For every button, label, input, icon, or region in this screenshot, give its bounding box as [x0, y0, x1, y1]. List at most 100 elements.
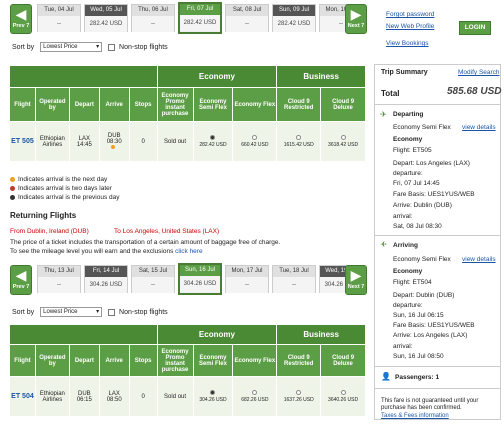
- radio-selected-icon[interactable]: [210, 135, 216, 140]
- nonstop-label: Non-stop flights: [119, 308, 168, 316]
- nonstop-checkbox[interactable]: [108, 308, 116, 316]
- table-row: ET 504 Ethiopian Airlines DUB 06:15 LAX 08…: [9, 376, 366, 417]
- return-sort-row: Sort by Lowest Price Non-stop flights: [12, 307, 168, 317]
- date-price: 282.42 USD: [85, 16, 127, 32]
- next-day-dot-icon: [110, 144, 115, 149]
- divider: [375, 104, 500, 105]
- col-promo: Economy Promo instant purchase: [156, 87, 194, 122]
- date-label: Sun, 09 Jul: [273, 5, 315, 16]
- departing-cabin: Economy: [393, 136, 423, 143]
- date-option[interactable]: Tue, 18 Jul --: [272, 265, 316, 293]
- view-bookings-link[interactable]: View Bookings: [386, 40, 429, 47]
- date-label: Fri, 07 Jul: [180, 4, 220, 15]
- date-option[interactable]: Thu, 13 Jul --: [37, 265, 81, 293]
- date-option[interactable]: Wed, 05 Jul 282.42 USD: [84, 4, 128, 32]
- arriving-view-details-link[interactable]: view details: [462, 256, 496, 263]
- nonstop-checkbox[interactable]: [108, 43, 116, 51]
- radio-icon[interactable]: [252, 135, 258, 140]
- radio-selected-icon[interactable]: [210, 390, 216, 395]
- total-value: 585.68 USD: [447, 86, 502, 97]
- flight-number[interactable]: ET 504: [9, 376, 36, 417]
- taxes-fees-link[interactable]: Taxes & Fees information: [381, 413, 449, 419]
- fare-disclaimer: This fare is not guaranteed until your p…: [381, 398, 479, 411]
- date-option[interactable]: Mon, 17 Jul --: [225, 265, 269, 293]
- fare-option-semi[interactable]: 304.26 USD: [192, 376, 234, 417]
- arriving-title: Arriving: [393, 242, 418, 249]
- login-button[interactable]: LOGIN: [459, 21, 491, 35]
- departing-view-details-link[interactable]: view details: [462, 124, 496, 131]
- date-option[interactable]: Sat, 15 Jul --: [131, 265, 175, 293]
- date-option[interactable]: Sun, 16 Jul 304.26 USD: [178, 263, 222, 295]
- next-7-button[interactable]: ▶ Next 7: [345, 4, 367, 34]
- mileage-text: To see the mileage level you will earn a…: [10, 248, 176, 255]
- next-7-button[interactable]: ▶ Next 7: [345, 265, 367, 295]
- sort-label: Sort by: [12, 308, 35, 316]
- depart-cell: LAX 14:45: [68, 121, 100, 162]
- fare-price: 3640.26 USD: [328, 397, 359, 403]
- fare-option-c9d[interactable]: 3618.42 USD: [320, 121, 366, 162]
- promo-price: Sold out: [156, 121, 194, 162]
- date-price: 282.42 USD: [180, 15, 220, 31]
- radio-icon[interactable]: [296, 390, 302, 395]
- fare-option-flex[interactable]: 682.26 USD: [232, 376, 278, 417]
- flight-number[interactable]: ET 505: [9, 121, 36, 162]
- forgot-password-link[interactable]: Forgot password: [386, 11, 434, 18]
- sort-select[interactable]: Lowest Price: [40, 307, 103, 317]
- prev-7-button[interactable]: ◀ Prev 7: [10, 4, 32, 34]
- arrive-cell: LAX 08:50: [98, 376, 130, 417]
- mileage-note: To see the mileage level you will earn a…: [10, 248, 203, 255]
- legend-item: Indicates arrival is the next day: [10, 175, 120, 184]
- date-option[interactable]: Tue, 04 Jul --: [37, 4, 81, 32]
- new-web-profile-link[interactable]: New Web Profile: [386, 23, 434, 30]
- fare-price: 682.26 USD: [241, 397, 269, 403]
- date-label: Sat, 15 Jul: [132, 266, 174, 277]
- radio-icon[interactable]: [340, 135, 346, 140]
- date-option[interactable]: Sat, 08 Jul --: [225, 4, 269, 32]
- arriving-fare-basis: Fare Basis: UES1YUS/WEB: [393, 322, 475, 329]
- divider: [375, 366, 500, 367]
- arrival-legend: Indicates arrival is the next day Indica…: [10, 175, 120, 202]
- arrive-time: 08:50: [106, 396, 122, 403]
- col-arrive: Arrive: [98, 344, 130, 377]
- date-label: Sun, 16 Jul: [180, 265, 220, 276]
- col-promo: Economy Promo instant purchase: [156, 344, 194, 377]
- nonstop-label: Non-stop flights: [119, 43, 168, 51]
- click-here-link[interactable]: click here: [175, 248, 202, 255]
- departing-plane-icon: ✈: [380, 110, 387, 119]
- arriving-departure-time: Sun, 16 Jul 06:15: [393, 312, 444, 319]
- radio-icon[interactable]: [296, 135, 302, 140]
- departing-depart: Depart: Los Angeles (LAX): [393, 160, 470, 167]
- date-option[interactable]: Fri, 14 Jul 304.26 USD: [84, 265, 128, 293]
- col-stops: Stops: [128, 344, 158, 377]
- economy-header: Economy: [156, 65, 278, 88]
- date-label: Fri, 14 Jul: [85, 266, 127, 277]
- radio-icon[interactable]: [252, 390, 258, 395]
- col-flight: Flight: [9, 344, 36, 377]
- date-price: --: [273, 277, 315, 293]
- date-option[interactable]: Thu, 06 Jul --: [131, 4, 175, 32]
- business-header: Business: [276, 324, 366, 345]
- radio-icon[interactable]: [340, 390, 346, 395]
- fare-option-c9r[interactable]: 1637.26 USD: [276, 376, 322, 417]
- fare-option-c9r[interactable]: 1615.42 USD: [276, 121, 322, 162]
- prev-7-button[interactable]: ◀ Prev 7: [10, 265, 32, 295]
- date-option[interactable]: Fri, 07 Jul 282.42 USD: [178, 2, 222, 34]
- fare-option-semi[interactable]: 282.42 USD: [192, 121, 234, 162]
- passengers-count: Passengers: 1: [395, 374, 440, 381]
- modify-search-link[interactable]: Modify Search: [458, 69, 500, 76]
- arrive-cell: DUB 08:30: [98, 121, 130, 162]
- previous-day-dot-icon: [10, 194, 15, 200]
- date-label: Mon, 17 Jul: [226, 266, 268, 277]
- departing-arrival-label: arrival:: [393, 213, 413, 220]
- fare-option-flex[interactable]: 660.42 USD: [232, 121, 278, 162]
- fare-price: 660.42 USD: [241, 142, 269, 148]
- date-price: --: [226, 16, 268, 32]
- date-label: Sat, 08 Jul: [226, 5, 268, 16]
- date-price: 304.26 USD: [85, 277, 127, 293]
- arriving-cabin: Economy: [393, 268, 423, 275]
- sort-select[interactable]: Lowest Price: [40, 42, 103, 52]
- col-c9-restricted: Cloud 9 Restricted: [276, 344, 322, 377]
- fare-option-c9d[interactable]: 3640.26 USD: [320, 376, 366, 417]
- arriving-class: Economy Semi Flex: [393, 256, 451, 263]
- date-option[interactable]: Sun, 09 Jul 282.42 USD: [272, 4, 316, 32]
